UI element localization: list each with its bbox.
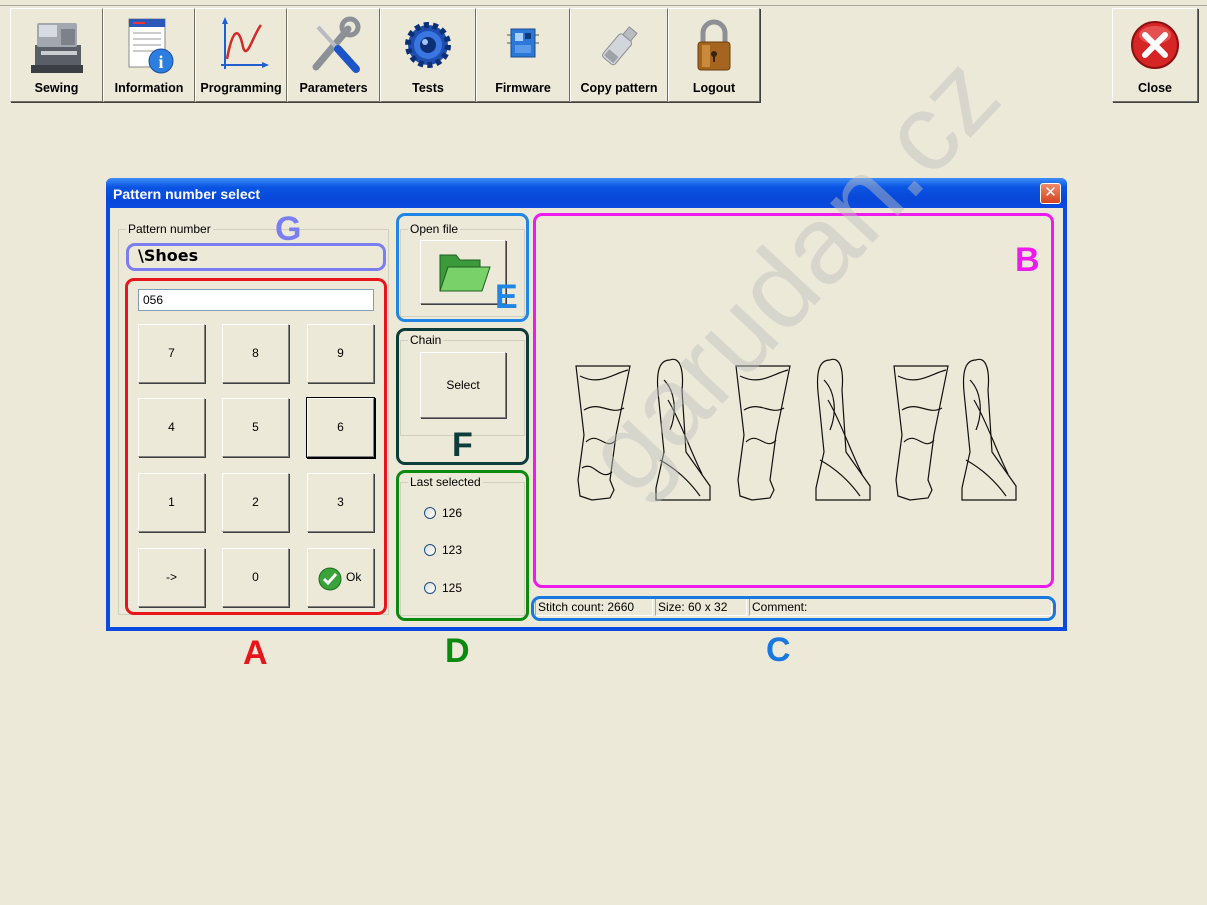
- copy-pattern-button-label: Copy pattern: [580, 81, 658, 95]
- sewing-button-label: Sewing: [34, 81, 79, 95]
- annotation-label-c: C: [766, 631, 791, 669]
- programming-graph-icon: [221, 17, 269, 69]
- annotation-box-b: [533, 213, 1054, 588]
- parameters-button[interactable]: Parameters: [287, 8, 380, 102]
- logout-button[interactable]: Logout: [668, 8, 760, 102]
- copy-pattern-button[interactable]: Copy pattern: [570, 8, 668, 102]
- annotation-box-d: [396, 470, 529, 621]
- firmware-button-label: Firmware: [495, 81, 551, 95]
- gear-speaker-icon: [405, 22, 451, 68]
- tests-button[interactable]: Tests: [380, 8, 476, 102]
- parameters-button-label: Parameters: [299, 81, 368, 95]
- information-button[interactable]: i Information: [103, 8, 195, 102]
- annotation-label-d: D: [445, 632, 470, 670]
- annotation-label-f: F: [452, 426, 473, 464]
- annotation-box-g: [126, 243, 386, 271]
- toolbar: Sewing i Information Programming Paramet…: [0, 0, 1207, 104]
- wrench-screwdriver-icon: [312, 16, 360, 73]
- pattern-number-group-title: Pattern number: [126, 222, 213, 236]
- information-icon: i: [128, 18, 174, 74]
- dialog-titlebar: Pattern number select ✕: [106, 178, 1067, 208]
- programming-button-label: Programming: [200, 81, 282, 95]
- sewing-button[interactable]: Sewing: [10, 8, 103, 102]
- sewing-machine-icon: [30, 23, 83, 73]
- annotation-box-c: [531, 596, 1056, 621]
- toolbar-divider: [0, 5, 1207, 6]
- dialog-close-icon[interactable]: ✕: [1040, 183, 1061, 204]
- padlock-icon: [697, 19, 731, 71]
- tests-button-label: Tests: [412, 81, 444, 95]
- annotation-label-a: A: [243, 634, 268, 672]
- close-button-label: Close: [1137, 81, 1173, 95]
- programming-button[interactable]: Programming: [195, 8, 287, 102]
- annotation-label-b: B: [1015, 241, 1040, 279]
- annotation-box-a: [125, 278, 387, 615]
- usb-stick-icon: [602, 26, 638, 66]
- close-icon: [1131, 21, 1179, 69]
- chip-board-icon: [507, 28, 539, 58]
- svg-text:i: i: [158, 52, 163, 72]
- annotation-label-e: E: [495, 278, 518, 316]
- annotation-label-g: G: [275, 210, 302, 248]
- logout-button-label: Logout: [692, 81, 736, 95]
- close-button[interactable]: Close: [1112, 8, 1198, 102]
- information-button-label: Information: [114, 81, 184, 95]
- dialog-title: Pattern number select: [113, 186, 261, 202]
- firmware-button[interactable]: Firmware: [476, 8, 570, 102]
